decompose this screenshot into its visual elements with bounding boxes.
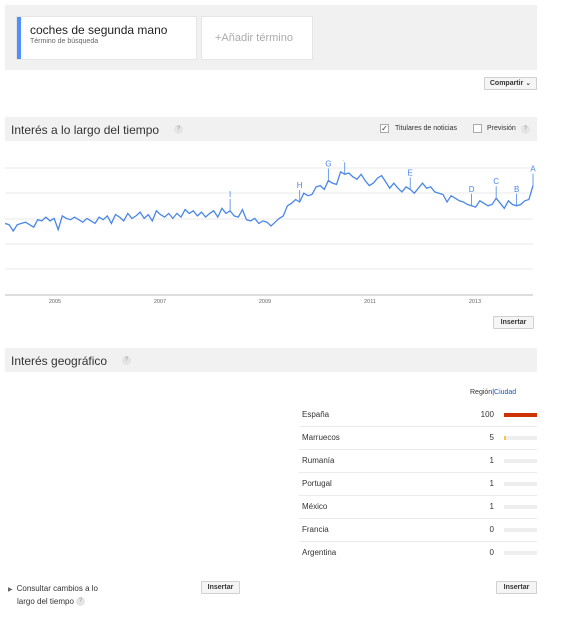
chart-x-tick-label: 2013 <box>469 299 481 305</box>
chart-x-tick-label: 2011 <box>364 299 376 305</box>
interest-time-chart: 2005 2007 2009 2011 2013 H G F E D C B A I <box>5 160 536 305</box>
geo-table: España 100 Marruecos 5 Rumanía 1 Portugal 1 Méxi… <box>299 404 537 565</box>
geo-row-value: 1 <box>489 502 494 511</box>
forecast-label[interactable]: Previsión <box>487 125 516 132</box>
geo-row-name: Argentina <box>302 548 337 557</box>
geo-row[interactable]: España 100 <box>299 404 537 427</box>
share-button-label: Compartir <box>489 80 524 87</box>
geo-bar-track <box>504 482 537 486</box>
chart-annotation-label[interactable]: A <box>530 165 536 174</box>
help-icon[interactable]: ? <box>76 597 86 607</box>
geo-row-value: 5 <box>489 433 494 442</box>
geo-row-name: Portugal <box>302 479 332 488</box>
chart-annotation-label[interactable]: G <box>325 160 331 169</box>
triangle-right-icon: ▶ <box>8 587 13 593</box>
forecast-checkbox[interactable] <box>473 124 482 133</box>
geo-bar-fill <box>504 413 537 417</box>
chart-annotation-label[interactable]: C <box>493 177 499 186</box>
geo-row[interactable]: Portugal 1 <box>299 473 537 496</box>
geo-row-value: 1 <box>489 479 494 488</box>
chart-annotation-label[interactable]: D <box>469 185 475 194</box>
chart-annotation-label[interactable]: F <box>342 160 347 162</box>
geo-row-name: Marruecos <box>302 433 340 442</box>
chart-x-tick-label: 2007 <box>154 299 166 305</box>
geo-row[interactable]: Argentina 0 <box>299 542 537 565</box>
news-headlines-label[interactable]: Titulares de noticias <box>395 125 457 132</box>
geo-row-name: España <box>302 410 330 419</box>
geo-interest-title: Interés geográfico <box>11 354 108 368</box>
geo-bar-track <box>504 505 537 509</box>
embed-button-time[interactable]: Insertar <box>493 316 534 329</box>
geo-bar-track <box>504 528 537 532</box>
region-city-toggle: Región|Ciudad <box>470 389 516 396</box>
share-button[interactable]: Compartir ⌄ <box>484 77 537 90</box>
help-icon[interactable]: ? <box>174 125 183 134</box>
search-term-subtitle: Término de búsqueda <box>30 38 99 45</box>
geo-row-value: 0 <box>489 525 494 534</box>
geo-row-name: Rumanía <box>302 456 335 465</box>
chart-x-tick-label: 2005 <box>49 299 61 305</box>
chart-annotation-label[interactable]: I <box>229 190 231 199</box>
geo-row[interactable]: México 1 <box>299 496 537 519</box>
help-icon[interactable]: ? <box>122 356 131 365</box>
help-icon[interactable]: ? <box>521 125 530 134</box>
add-term-button[interactable]: +Añadir término <box>202 17 312 59</box>
embed-button-geo[interactable]: Insertar <box>496 581 537 594</box>
geo-interest-header: Interés geográfico <box>5 348 537 372</box>
search-term-text[interactable]: coches de segunda mano <box>30 23 196 37</box>
interest-time-header: Interés a lo largo del tiempo <box>5 117 537 141</box>
chart-annotation-label[interactable]: H <box>297 181 303 190</box>
geo-row-value: 0 <box>489 548 494 557</box>
geo-row-name: Francia <box>302 525 329 534</box>
chart-annotation-label[interactable]: E <box>408 168 413 177</box>
geo-bar-track <box>504 551 537 555</box>
geo-row-value: 100 <box>480 410 494 419</box>
changes-link-line1: Consultar cambios a lo <box>16 584 98 593</box>
geo-bar-fill <box>504 436 506 440</box>
chart-x-tick-label: 2009 <box>259 299 271 305</box>
interest-time-title: Interés a lo largo del tiempo <box>11 123 160 137</box>
geo-bar-track <box>504 436 537 440</box>
embed-button-changes[interactable]: Insertar <box>201 581 240 594</box>
geo-row-name: México <box>302 502 328 511</box>
geo-row[interactable]: Marruecos 5 <box>299 427 537 450</box>
geo-bar-track <box>504 413 537 417</box>
region-toggle-active[interactable]: Región <box>470 389 492 396</box>
chart-series-line <box>5 170 534 233</box>
city-toggle-link[interactable]: Ciudad <box>494 389 516 396</box>
chevron-down-icon: ⌄ <box>525 80 532 87</box>
view-changes-over-time-link[interactable]: ▶ Consultar cambios a lo largo del tiempo… <box>8 583 98 608</box>
geo-row[interactable]: Rumanía 1 <box>299 450 537 473</box>
geo-row[interactable]: Francia 0 <box>299 519 537 542</box>
search-term-chip[interactable]: coches de segunda mano Término de búsque… <box>17 17 196 59</box>
geo-row-value: 1 <box>489 456 494 465</box>
news-headlines-checkbox[interactable]: ✓ <box>380 124 389 133</box>
geo-bar-track <box>504 459 537 463</box>
changes-link-line2: largo del tiempo <box>17 597 74 606</box>
chart-annotation-label[interactable]: B <box>514 185 519 194</box>
